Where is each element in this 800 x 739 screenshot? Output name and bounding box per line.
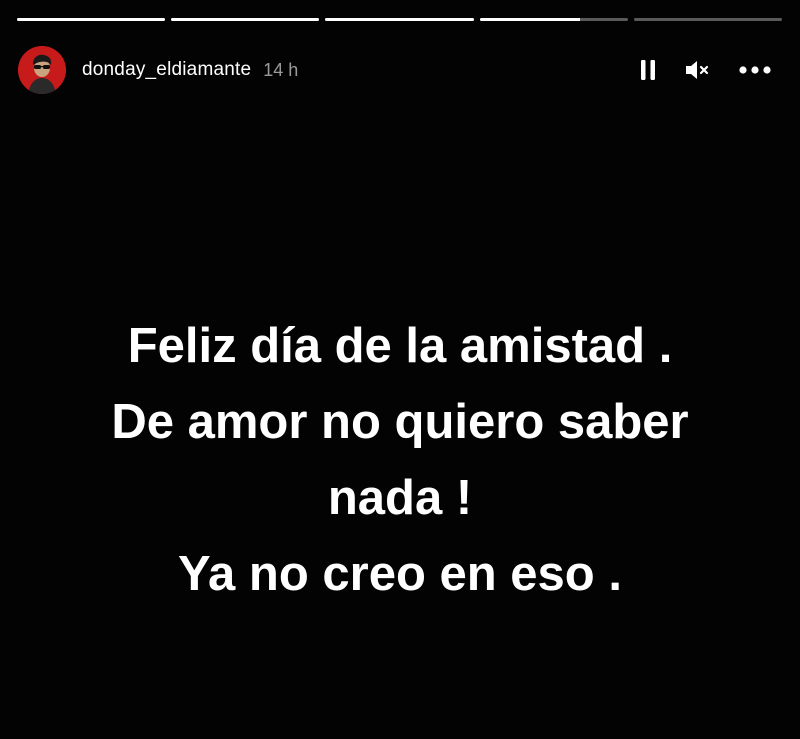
more-options-button[interactable] xyxy=(738,65,772,75)
story-controls xyxy=(638,58,772,82)
story-text-line: Ya no creo en eso . xyxy=(178,547,622,601)
post-time: 14 h xyxy=(263,59,299,80)
story-text-line: nada ! xyxy=(327,471,473,525)
pause-button[interactable] xyxy=(638,58,658,82)
progress-segment xyxy=(633,18,783,21)
story-text-line: De amor no quiero saber xyxy=(111,395,689,449)
story-text: Feliz día de la amistad . De amor no qui… xyxy=(0,308,800,612)
progress-segment xyxy=(171,18,320,21)
avatar[interactable] xyxy=(18,46,66,94)
profile-photo-icon xyxy=(18,46,66,94)
more-options-icon xyxy=(739,66,771,74)
story-text-line: Feliz día de la amistad . xyxy=(127,319,673,373)
progress-segment xyxy=(325,18,474,21)
username[interactable]: donday_eldiamante xyxy=(82,59,251,81)
progress-segment xyxy=(479,18,628,21)
pause-icon xyxy=(641,60,655,80)
mute-button[interactable] xyxy=(684,58,712,82)
progress-segment xyxy=(17,18,166,21)
story-header: donday_eldiamante 14 h xyxy=(18,44,782,96)
story-viewer[interactable]: donday_eldiamante 14 h Feliz día de la a… xyxy=(0,0,800,739)
muted-speaker-icon xyxy=(686,61,709,79)
story-progress-bar xyxy=(17,18,783,21)
